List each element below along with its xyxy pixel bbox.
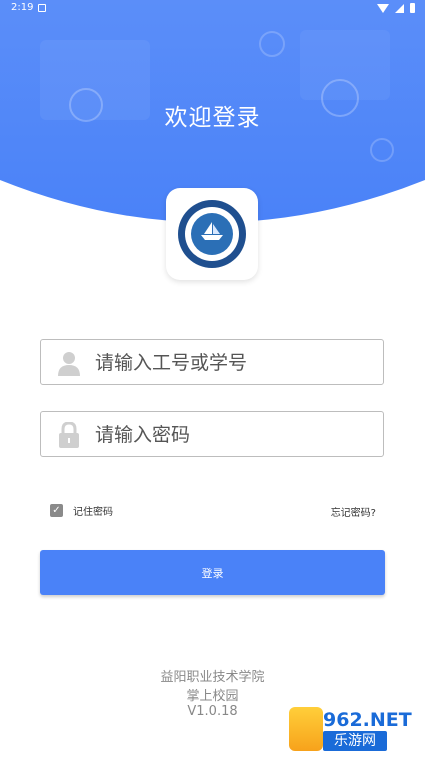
footer-app-name: 掌上校园 xyxy=(186,689,239,704)
status-time: 2:19 xyxy=(11,2,34,13)
login-button[interactable]: 登录 xyxy=(40,550,385,595)
remember-label: 记住密码 xyxy=(73,507,113,518)
ship-icon xyxy=(201,222,223,240)
forgot-password-link[interactable]: 忘记密码? xyxy=(331,504,376,519)
password-field[interactable] xyxy=(40,411,384,458)
notification-icon xyxy=(38,4,46,12)
school-logo xyxy=(178,200,246,268)
username-field[interactable] xyxy=(40,339,384,386)
watermark-logo: 962.NET 乐游网 xyxy=(289,703,417,753)
username-input[interactable] xyxy=(93,340,377,386)
watermark-brand: 962.NET xyxy=(323,709,412,731)
footer-school: 益阳职业技术学院 xyxy=(160,670,265,685)
password-input[interactable] xyxy=(93,412,377,458)
signal-icon xyxy=(395,3,404,13)
page-title: 欢迎登录 xyxy=(164,105,261,131)
remember-password[interactable]: ✓ 记住密码 xyxy=(50,503,113,518)
watermark-badge xyxy=(289,707,323,751)
watermark-sub: 乐游网 xyxy=(323,731,387,751)
school-logo-card xyxy=(166,188,258,280)
status-icons xyxy=(377,3,415,13)
status-bar: 2:19 xyxy=(0,0,425,18)
battery-icon xyxy=(410,3,415,13)
remember-checkbox[interactable]: ✓ xyxy=(50,504,63,517)
wifi-icon xyxy=(377,3,389,13)
lock-icon xyxy=(59,422,79,448)
user-icon xyxy=(58,352,80,376)
